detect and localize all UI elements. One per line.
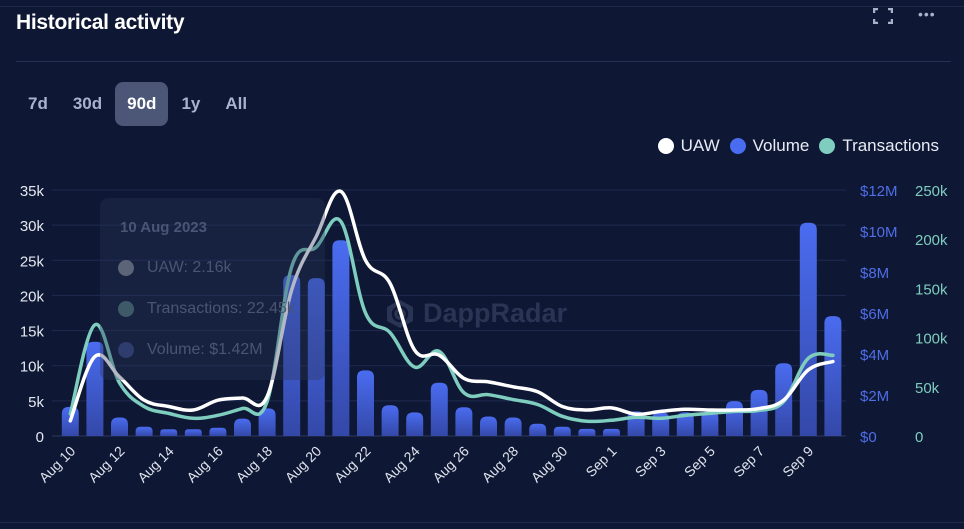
volume-bar <box>135 426 153 436</box>
volume-bar <box>332 240 350 436</box>
y-volume-tick-label: $8M <box>860 265 889 282</box>
x-tick-label: Aug 12 <box>85 443 128 486</box>
volume-bar <box>504 417 522 436</box>
tooltip-dot-uaw <box>118 260 134 276</box>
y-transactions-tick-label: 0 <box>915 429 923 446</box>
y-left-tick-label: 25k <box>20 253 45 270</box>
x-tick-label: Sep 9 <box>779 443 816 480</box>
volume-bar <box>726 401 743 436</box>
volume-bar <box>160 429 178 436</box>
volume-bar <box>406 412 424 436</box>
y-left-tick-label: 35k <box>20 183 45 200</box>
x-tick-label: Aug 20 <box>282 443 325 486</box>
y-left-tick-label: 20k <box>20 288 45 305</box>
volume-bar <box>209 427 227 436</box>
y-transactions-tick-label: 50k <box>915 380 940 397</box>
y-transactions-tick-label: 150k <box>915 281 948 298</box>
x-tick-label: Sep 7 <box>730 443 767 480</box>
y-left-tick-label: 10k <box>20 359 45 376</box>
y-volume-tick-label: $4M <box>860 347 889 364</box>
volume-bar <box>357 370 374 436</box>
volume-bar <box>529 423 547 436</box>
volume-bar <box>553 426 571 436</box>
volume-bar <box>480 416 497 436</box>
volume-bar <box>430 382 448 436</box>
volume-bar <box>799 222 817 436</box>
volume-bar <box>111 417 128 436</box>
y-transactions-tick-label: 250k <box>915 183 948 200</box>
tooltip-date: 10 Aug 2023 <box>120 219 207 236</box>
y-transactions-tick-label: 200k <box>915 232 948 249</box>
x-tick-label: Sep 1 <box>582 443 619 480</box>
volume-bar <box>455 407 473 436</box>
y-volume-tick-label: $12M <box>860 183 898 200</box>
x-tick-label: Aug 14 <box>134 443 177 486</box>
x-tick-label: Aug 28 <box>479 443 522 486</box>
tooltip-volume: Volume: $1.42M <box>118 341 263 359</box>
y-volume-tick-label: $2M <box>860 388 889 405</box>
x-tick-label: Aug 16 <box>183 443 226 486</box>
volume-bar <box>381 405 399 436</box>
y-left-tick-label: 0 <box>36 429 44 446</box>
y-left-tick-label: 5k <box>28 394 44 411</box>
x-tick-label: Aug 24 <box>380 443 423 486</box>
y-left-tick-label: 15k <box>20 324 45 341</box>
y-transactions-tick-label: 100k <box>915 331 948 348</box>
volume-bar <box>603 428 620 436</box>
x-tick-label: Sep 3 <box>632 443 669 480</box>
volume-bar <box>652 412 670 436</box>
x-tick-label: Aug 30 <box>528 443 571 486</box>
tooltip-dot-volume <box>118 342 134 358</box>
volume-bar <box>234 418 251 436</box>
y-volume-tick-label: $6M <box>860 306 889 323</box>
y-volume-tick-label: $0 <box>860 429 877 446</box>
x-tick-label: Aug 18 <box>233 443 276 486</box>
bottom-border <box>0 522 964 523</box>
x-tick-label: Aug 26 <box>429 443 472 486</box>
volume-bar <box>184 429 202 436</box>
volume-bar <box>750 389 768 436</box>
volume-bar <box>578 428 596 436</box>
tooltip-transactions-text: Transactions: 22.45k <box>147 300 295 317</box>
tooltip-volume-text: Volume: $1.42M <box>147 341 263 358</box>
x-tick-label: Aug 22 <box>331 443 374 486</box>
chart-tooltip: 10 Aug 2023 UAW: 2.16k Transactions: 22.… <box>100 198 325 380</box>
tooltip-uaw: UAW: 2.16k <box>118 259 231 277</box>
volume-bar <box>824 316 842 436</box>
x-tick-label: Sep 5 <box>681 443 718 480</box>
tooltip-dot-transactions <box>118 301 134 317</box>
y-left-tick-label: 30k <box>20 218 45 235</box>
x-tick-label: Aug 10 <box>36 443 79 486</box>
tooltip-uaw-text: UAW: 2.16k <box>147 259 232 276</box>
y-volume-tick-label: $10M <box>860 224 898 241</box>
tooltip-transactions: Transactions: 22.45k <box>118 300 295 318</box>
